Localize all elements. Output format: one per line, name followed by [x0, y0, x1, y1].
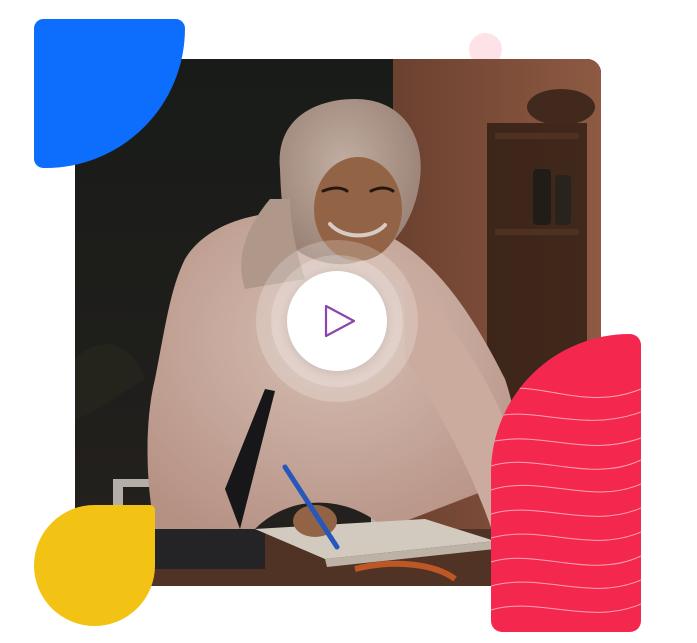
play-video-button[interactable] — [287, 271, 387, 371]
decorative-red-wave-shape — [491, 334, 641, 632]
wave-lines-pattern — [491, 387, 641, 613]
hero-media-section — [0, 0, 697, 643]
play-icon — [324, 304, 355, 338]
decorative-yellow-shape — [34, 505, 155, 626]
